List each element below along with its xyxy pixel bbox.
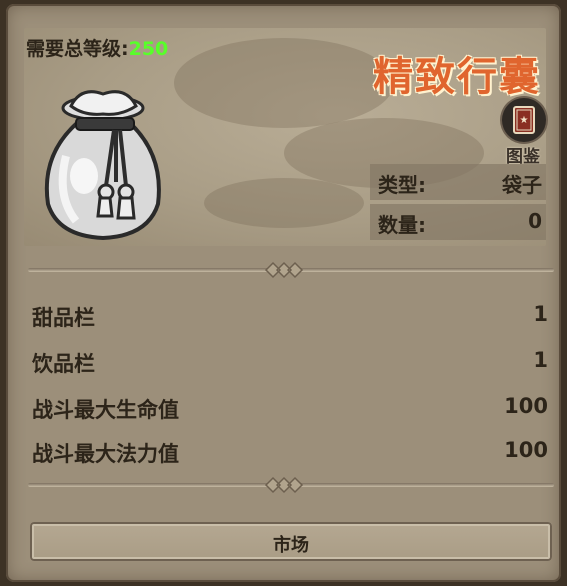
required-level-label: 需要总等级: xyxy=(26,38,129,60)
quantity-value: 0 xyxy=(528,209,542,233)
item-detail-panel: 需要总等级:250 精致行囊 ★ 图鉴 类型: 袋子 数量: 0 甜品栏 1 饮… xyxy=(6,4,561,582)
attr-label: 战斗最大生命值 xyxy=(32,398,179,422)
cloth-bag-icon xyxy=(44,90,161,241)
attr-row: 甜品栏 1 xyxy=(32,300,550,330)
market-button[interactable]: 市场 xyxy=(30,522,552,561)
attr-row: 饮品栏 1 xyxy=(32,346,550,376)
attr-value: 1 xyxy=(533,348,548,372)
type-value: 袋子 xyxy=(502,173,542,197)
attr-label: 饮品栏 xyxy=(32,352,95,376)
attr-value: 1 xyxy=(533,302,548,326)
attr-label: 战斗最大法力值 xyxy=(32,442,179,466)
codex-button[interactable]: ★ xyxy=(502,98,546,142)
market-button-label: 市场 xyxy=(273,535,309,556)
divider-ornament xyxy=(264,261,304,279)
item-name: 精致行囊 xyxy=(373,54,541,100)
attr-label: 甜品栏 xyxy=(32,306,95,330)
required-level: 需要总等级:250 xyxy=(26,34,168,61)
attr-row: 战斗最大生命值 100 xyxy=(32,392,550,422)
svg-text:★: ★ xyxy=(520,115,529,126)
required-level-value: 250 xyxy=(128,38,169,60)
type-label: 类型: xyxy=(378,173,426,197)
type-row: 类型: 袋子 xyxy=(370,164,546,200)
quantity-row: 数量: 0 xyxy=(370,204,546,240)
attr-value: 100 xyxy=(504,438,548,462)
book-icon: ★ xyxy=(513,106,535,134)
attr-row: 战斗最大法力值 100 xyxy=(32,436,550,466)
quantity-label: 数量: xyxy=(378,213,426,237)
attr-value: 100 xyxy=(504,394,548,418)
divider-ornament xyxy=(264,476,304,494)
